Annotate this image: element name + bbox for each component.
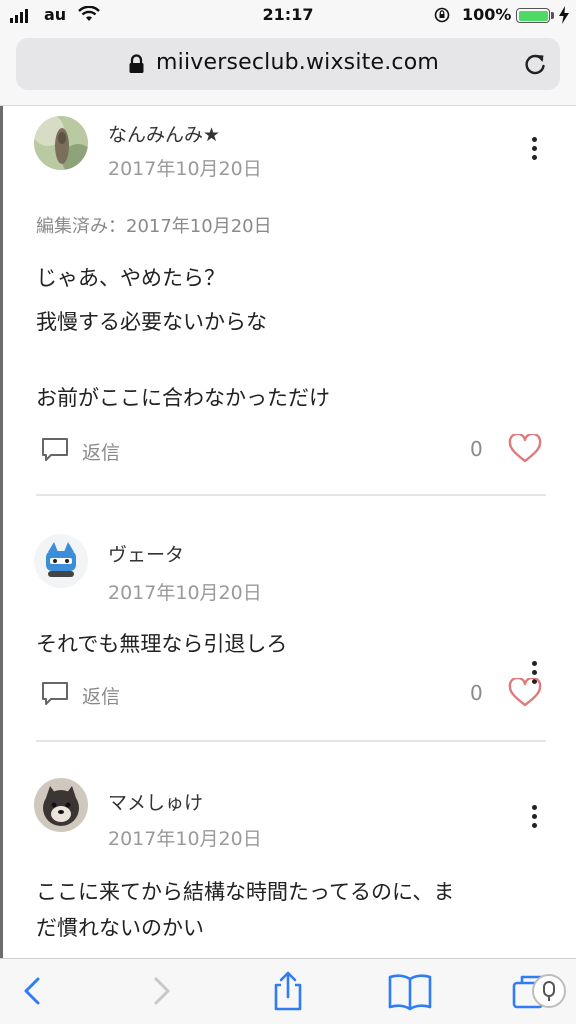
comment-date: 2017年10月20日 [108,828,262,850]
avatar[interactable] [34,116,88,170]
comment-body-line: 我慢する必要ないからな [36,310,267,334]
page-edge [0,106,3,958]
comment-author[interactable]: なんみんみ★ [108,120,220,147]
url-text[interactable]: miiverseclub.wixsite.com [156,50,439,75]
battery-percent: 100% [462,5,512,24]
share-icon[interactable] [268,969,308,1013]
comment-body-line: ここに来てから結構な時間たってるのに、ま [36,880,455,904]
reply-icon[interactable] [40,436,70,464]
comment-date: 2017年10月20日 [108,158,262,180]
forward-icon[interactable] [146,969,176,1013]
like-count: 0 [470,437,483,461]
heart-icon[interactable] [508,678,542,708]
comment: なんみんみ★ 2017年10月20日 編集済み：2017年10月20日 じゃあ、… [0,106,576,498]
reply-button[interactable]: 返信 [82,682,120,709]
comment: ヴェータ 2017年10月20日 それでも無理なら引退しろ 返信 0 [0,498,576,744]
charging-bolt-icon [559,6,569,24]
orientation-lock-icon [434,7,450,23]
avatar[interactable] [34,778,88,832]
battery-cap [551,12,554,19]
comment: マメしゅけ 2017年10月20日 ここに来てから結構な時間たってるのに、ま だ… [0,744,576,958]
comment-body-line: だ慣れないのかい [36,916,204,940]
back-icon[interactable] [18,969,48,1013]
avatar[interactable] [34,534,88,588]
comment-author[interactable]: ヴェータ [108,540,184,567]
comment-date: 2017年10月20日 [108,582,262,604]
more-options-icon[interactable] [520,800,548,832]
watermark-badge-icon [532,974,566,1008]
divider [36,740,546,742]
battery-icon [516,8,550,23]
comment-body-line: じゃあ、やめたら？ [36,266,225,290]
more-options-icon[interactable] [520,132,548,164]
divider [36,494,546,496]
heart-icon[interactable] [508,434,542,464]
address-bar[interactable]: miiverseclub.wixsite.com [16,38,560,90]
like-count: 0 [470,681,483,705]
reply-button[interactable]: 返信 [82,438,120,465]
comment-author[interactable]: マメしゅけ [108,788,203,815]
browser-toolbar [0,958,576,1024]
comment-body-line: それでも無理なら引退しろ [36,632,288,656]
edited-note: 編集済み：2017年10月20日 [36,216,272,237]
comment-body-line: お前がここに合わなかっただけ [36,386,330,410]
comments-list: なんみんみ★ 2017年10月20日 編集済み：2017年10月20日 じゃあ、… [0,106,576,958]
status-bar: au 21:17 100% [0,0,576,30]
browser-address-area: miiverseclub.wixsite.com [0,30,576,106]
reload-icon[interactable] [522,51,548,77]
reply-icon[interactable] [40,680,70,708]
lock-icon [129,54,144,73]
bookmarks-icon[interactable] [386,969,434,1013]
